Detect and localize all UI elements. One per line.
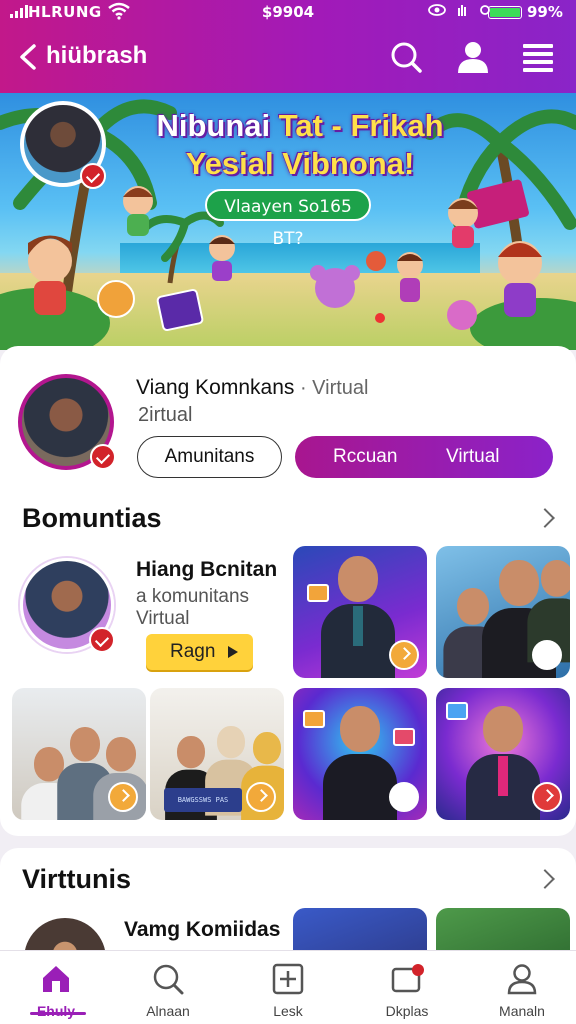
play-icon[interactable] (108, 782, 138, 812)
section-title: Virttunis (22, 864, 132, 894)
notification-icon (391, 964, 424, 993)
banner-title-white: Nibunai (156, 108, 279, 143)
section-title: Bomuntias (22, 503, 162, 533)
home-icon (43, 966, 69, 992)
video-tile[interactable]: BAWGSSWS PAS (150, 688, 284, 820)
user-icon[interactable] (456, 40, 490, 74)
bottom-nav: Ehuly Alnaan Lesk Dkplas Manaln (0, 950, 576, 1024)
search-icon[interactable] (389, 40, 423, 74)
profile-subtitle: 2irtual (138, 404, 193, 426)
nav-create[interactable]: Lesk (238, 951, 338, 1024)
sticker-icon (446, 702, 468, 720)
video-tile[interactable] (293, 688, 427, 820)
search-icon (153, 964, 184, 995)
play-icon[interactable] (532, 782, 562, 812)
profile-icon (507, 964, 537, 995)
community-description-line2: Virtual (136, 608, 190, 629)
star-icon[interactable] (532, 640, 562, 670)
secondary-button[interactable]: Amunitans (137, 436, 282, 478)
nav-home-label: Ehuly (36, 1003, 76, 1019)
video-tile[interactable] (12, 688, 146, 820)
profile-name-text: Viang Komnkans (136, 376, 295, 399)
primary-button[interactable]: Rccuan Virtual (295, 436, 553, 478)
person-figure (323, 706, 397, 820)
status-icons (428, 3, 491, 21)
community-avatar[interactable] (20, 558, 115, 653)
battery-percent: 99% (527, 3, 563, 21)
primary-button-left-label: Rccuan (333, 446, 398, 467)
verified-badge-icon (90, 444, 116, 470)
community-name: Hiang Bcnitan (136, 558, 278, 581)
banner-cta-button[interactable]: Vlaayen So165 BT? (205, 189, 371, 249)
profile-name: Viang Komnkans · Virtual (136, 376, 369, 400)
video-tile[interactable] (436, 688, 570, 820)
hand-icon (458, 5, 467, 16)
nav-profile-label: Manaln (499, 1003, 545, 1019)
play-icon[interactable] (389, 640, 419, 670)
tv-screen: BAWGSSWS PAS (164, 788, 242, 812)
profile-avatar[interactable] (18, 374, 116, 470)
promo-banner[interactable]: Nibunai Tat - Frikah Yesial Vibnona! Vla… (0, 93, 576, 350)
video-tile[interactable] (293, 546, 427, 678)
status-bar: HLRUNG $9904 99% (0, 0, 576, 26)
banner-title-line2: Yesial Vibnona! (185, 146, 415, 181)
back-arrow-icon[interactable] (16, 42, 42, 72)
banner-host-avatar[interactable] (20, 101, 106, 189)
share-icon[interactable] (389, 782, 419, 812)
person-figure (466, 706, 540, 820)
nav-create-label: Lesk (273, 1003, 303, 1019)
banner-title-line1: Nibunai Tat - Frikah (110, 107, 490, 145)
sticker-icon (303, 710, 325, 728)
battery-icon (488, 6, 522, 19)
nav-search-label: Alnaan (146, 1003, 190, 1019)
profile-name-suffix: · Virtual (294, 377, 369, 399)
nav-search[interactable]: Alnaan (118, 951, 218, 1024)
plus-square-icon (272, 963, 304, 995)
video-tile[interactable] (436, 546, 570, 678)
banner-title-yellow: Tat - Frikah (278, 108, 444, 143)
nav-profile[interactable]: Manaln (472, 951, 572, 1024)
community-description: a komunitans Virtual (136, 586, 249, 630)
community-name: Vamg Komiidas (124, 918, 281, 941)
community-description-line1: a komunitans (136, 586, 250, 607)
primary-button-right-label: Virtual (446, 446, 500, 467)
person-figure (321, 556, 395, 678)
nav-notifications[interactable]: Dkplas (357, 951, 457, 1024)
verified-badge-icon (89, 627, 115, 653)
profile-name-suffix-text: Virtual (312, 377, 369, 399)
eye-icon (428, 4, 446, 16)
app-title: hiübrash (46, 42, 148, 69)
join-button[interactable]: Ragn (146, 634, 253, 670)
nav-notifications-label: Dkplas (385, 1003, 429, 1019)
active-tab-indicator (30, 1012, 86, 1015)
verified-badge-icon (80, 163, 106, 189)
play-icon[interactable] (246, 782, 276, 812)
top-bar: HLRUNG $9904 99% hiübrash (0, 0, 576, 93)
menu-icon[interactable] (521, 40, 555, 74)
